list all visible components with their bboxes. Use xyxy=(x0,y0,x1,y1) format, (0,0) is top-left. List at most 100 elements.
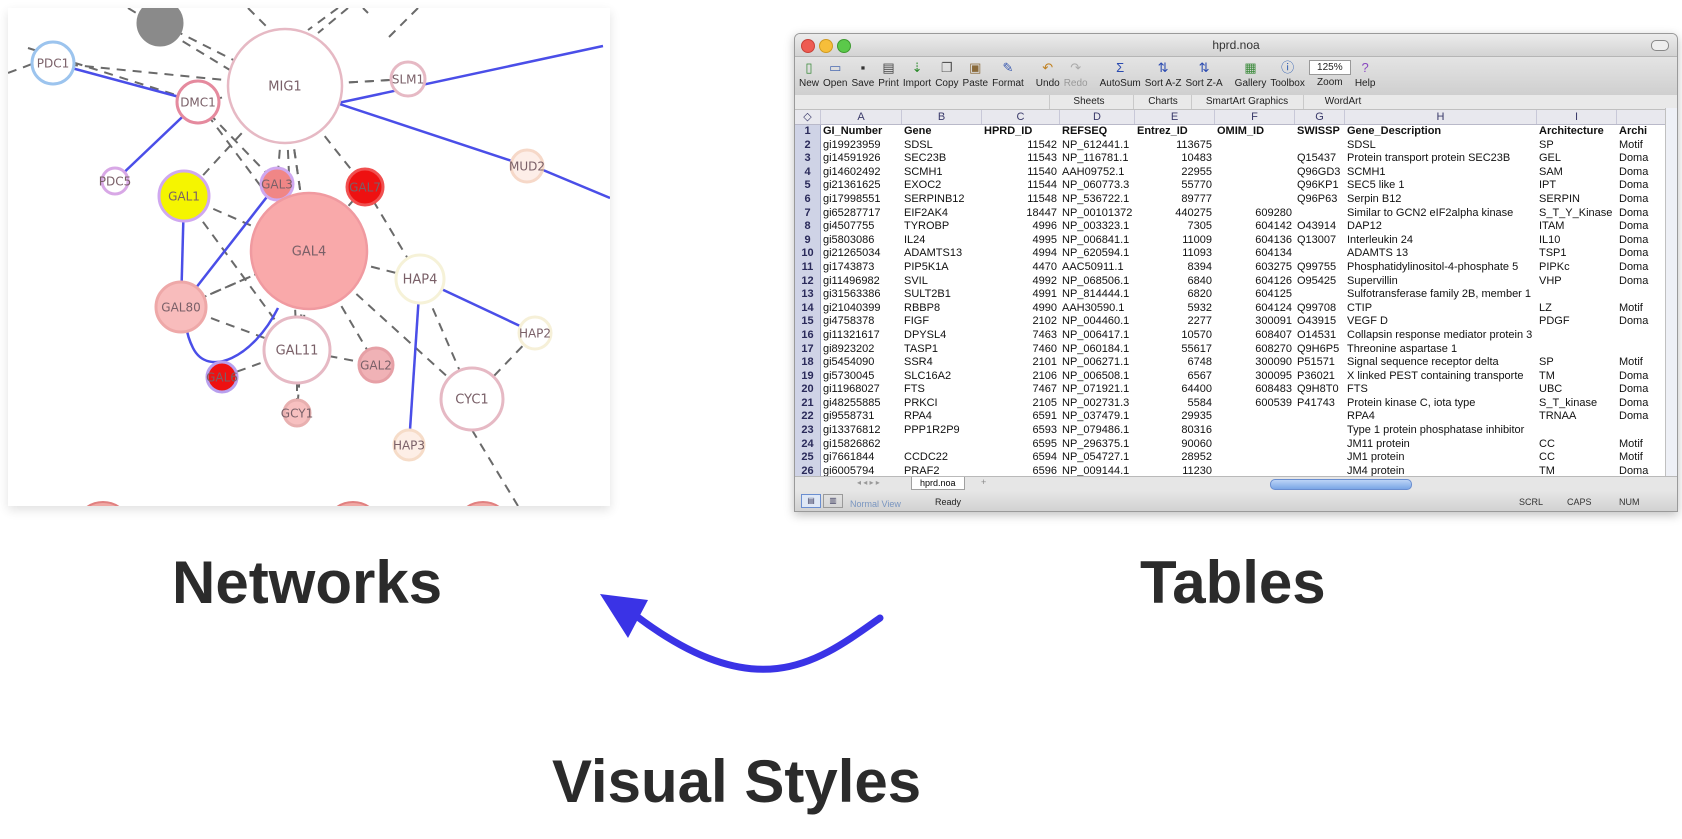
table-cell[interactable]: SEC23B xyxy=(902,152,982,166)
table-cell[interactable]: 55617 xyxy=(1135,343,1215,357)
table-cell[interactable]: gi19923959 xyxy=(821,139,902,153)
row-number[interactable]: 11 xyxy=(795,260,821,275)
table-cell[interactable]: PPP1R2P9 xyxy=(902,424,982,438)
column-header-e[interactable]: E xyxy=(1135,110,1215,124)
table-cell[interactable]: EIF2AK4 xyxy=(902,207,982,221)
row-number[interactable]: 21 xyxy=(795,396,821,411)
table-cell[interactable]: Signal sequence receptor delta xyxy=(1345,356,1537,370)
table-cell[interactable]: Doma xyxy=(1617,193,1657,207)
table-cell[interactable]: gi14602492 xyxy=(821,166,902,180)
row-number[interactable]: 15 xyxy=(795,315,821,329)
table-cell[interactable]: O14531 xyxy=(1295,329,1345,343)
print-button[interactable]: ▤ Print xyxy=(878,57,899,89)
column-header-a[interactable]: A xyxy=(821,110,902,124)
table-cell[interactable] xyxy=(1617,343,1657,357)
network-node-hap4[interactable]: HAP4 xyxy=(394,253,446,305)
table-cell[interactable] xyxy=(1537,343,1617,357)
table-cell[interactable]: gi7661844 xyxy=(821,451,902,465)
table-cell[interactable]: Motif xyxy=(1617,451,1657,465)
table-cell[interactable]: 18447 xyxy=(982,207,1060,221)
column-title[interactable]: Architecture xyxy=(1537,125,1617,139)
table-cell[interactable]: 89777 xyxy=(1135,193,1215,207)
table-cell[interactable]: 4470 xyxy=(982,261,1060,275)
table-cell[interactable]: 29935 xyxy=(1135,410,1215,424)
table-cell[interactable]: 604125 xyxy=(1215,288,1295,302)
table-cell[interactable] xyxy=(1215,193,1295,207)
row-number[interactable]: 6 xyxy=(795,192,821,207)
table-cell[interactable]: 11548 xyxy=(982,193,1060,207)
network-node-dmc1[interactable]: DMC1 xyxy=(175,79,221,125)
table-cell[interactable]: Sulfotransferase family 2B, member 1 xyxy=(1345,288,1537,302)
table-cell[interactable]: SERPINB12 xyxy=(902,193,982,207)
table-cell[interactable]: FTS xyxy=(902,383,982,397)
table-cell[interactable]: NP_116781.1 xyxy=(1060,152,1135,166)
row-number[interactable]: 1 xyxy=(795,125,821,139)
table-cell[interactable]: Q96P63 xyxy=(1295,193,1345,207)
sort-az-button[interactable]: ⇅ Sort A-Z xyxy=(1145,57,1182,89)
table-cell[interactable]: 4995 xyxy=(982,234,1060,248)
ribbon-tab-wordart[interactable]: WordArt xyxy=(1303,95,1382,109)
ribbon-tab-smartart-graphics[interactable]: SmartArt Graphics xyxy=(1191,95,1302,109)
table-cell[interactable]: Doma xyxy=(1617,410,1657,424)
table-cell[interactable]: NP_004460.1 xyxy=(1060,315,1135,329)
table-cell[interactable]: gi5803086 xyxy=(821,234,902,248)
table-cell[interactable]: TYROBP xyxy=(902,220,982,234)
table-cell[interactable]: 604136 xyxy=(1215,234,1295,248)
table-cell[interactable]: Motif xyxy=(1617,302,1657,316)
table-cell[interactable]: 4996 xyxy=(982,220,1060,234)
table-cell[interactable]: 64400 xyxy=(1135,383,1215,397)
row-number[interactable]: 14 xyxy=(795,301,821,316)
table-cell[interactable]: 440275 xyxy=(1135,207,1215,221)
network-node-gal4[interactable]: GAL4 xyxy=(249,191,369,311)
table-cell[interactable] xyxy=(1215,451,1295,465)
table-cell[interactable]: 4994 xyxy=(982,247,1060,261)
table-cell[interactable]: RPA4 xyxy=(1345,410,1537,424)
table-cell[interactable]: AAC50911.1 xyxy=(1060,261,1135,275)
network-node-hap2[interactable]: HAP2 xyxy=(517,315,553,351)
table-cell[interactable] xyxy=(1295,451,1345,465)
network-node-gal6[interactable]: GAL6 xyxy=(205,360,239,394)
table-cell[interactable] xyxy=(1295,424,1345,438)
table-cell[interactable]: gi8923202 xyxy=(821,343,902,357)
table-cell[interactable]: O95425 xyxy=(1295,275,1345,289)
table-cell[interactable]: JM1 protein xyxy=(1345,451,1537,465)
table-cell[interactable]: 11543 xyxy=(982,152,1060,166)
row-number[interactable]: 24 xyxy=(795,437,821,452)
row-number[interactable]: 16 xyxy=(795,328,821,343)
ribbon-tab-sheets[interactable]: Sheets xyxy=(1049,95,1128,109)
table-cell[interactable]: NP_612441.1 xyxy=(1060,139,1135,153)
table-cell[interactable]: O43914 xyxy=(1295,220,1345,234)
row-number[interactable]: 8 xyxy=(795,220,821,234)
network-node-gal80[interactable]: GAL80 xyxy=(154,280,208,334)
table-cell[interactable]: Protein transport protein SEC23B xyxy=(1345,152,1537,166)
column-title[interactable]: SWISSP xyxy=(1295,125,1345,139)
row-number[interactable]: 17 xyxy=(795,342,821,357)
table-cell[interactable]: O43915 xyxy=(1295,315,1345,329)
table-cell[interactable]: Doma xyxy=(1617,247,1657,261)
table-cell[interactable]: 11540 xyxy=(982,166,1060,180)
table-cell[interactable]: Doma xyxy=(1617,220,1657,234)
table-cell[interactable]: gi17998551 xyxy=(821,193,902,207)
table-cell[interactable]: IL10 xyxy=(1537,234,1617,248)
table-cell[interactable]: SERPIN xyxy=(1537,193,1617,207)
table-cell[interactable]: NP_006271.1 xyxy=(1060,356,1135,370)
table-cell[interactable]: CC xyxy=(1537,451,1617,465)
row-number[interactable]: 12 xyxy=(795,274,821,289)
table-cell[interactable]: 300091 xyxy=(1215,315,1295,329)
table-cell[interactable]: SCMH1 xyxy=(1345,166,1537,180)
table-cell[interactable]: Doma xyxy=(1617,383,1657,397)
column-title[interactable]: Archi xyxy=(1617,125,1657,139)
table-cell[interactable]: gi4507755 xyxy=(821,220,902,234)
table-cell[interactable] xyxy=(1295,410,1345,424)
table-cell[interactable]: ADAMTS13 xyxy=(902,247,982,261)
table-cell[interactable]: EXOC2 xyxy=(902,179,982,193)
table-cell[interactable]: 7467 xyxy=(982,383,1060,397)
column-header-c[interactable]: C xyxy=(982,110,1060,124)
table-cell[interactable]: VHP xyxy=(1537,275,1617,289)
table-cell[interactable] xyxy=(1617,424,1657,438)
table-cell[interactable]: 603275 xyxy=(1215,261,1295,275)
table-cell[interactable]: 2105 xyxy=(982,397,1060,411)
column-header-f[interactable]: F xyxy=(1215,110,1295,124)
table-cell[interactable]: Supervillin xyxy=(1345,275,1537,289)
table-cell[interactable]: gi21040399 xyxy=(821,302,902,316)
